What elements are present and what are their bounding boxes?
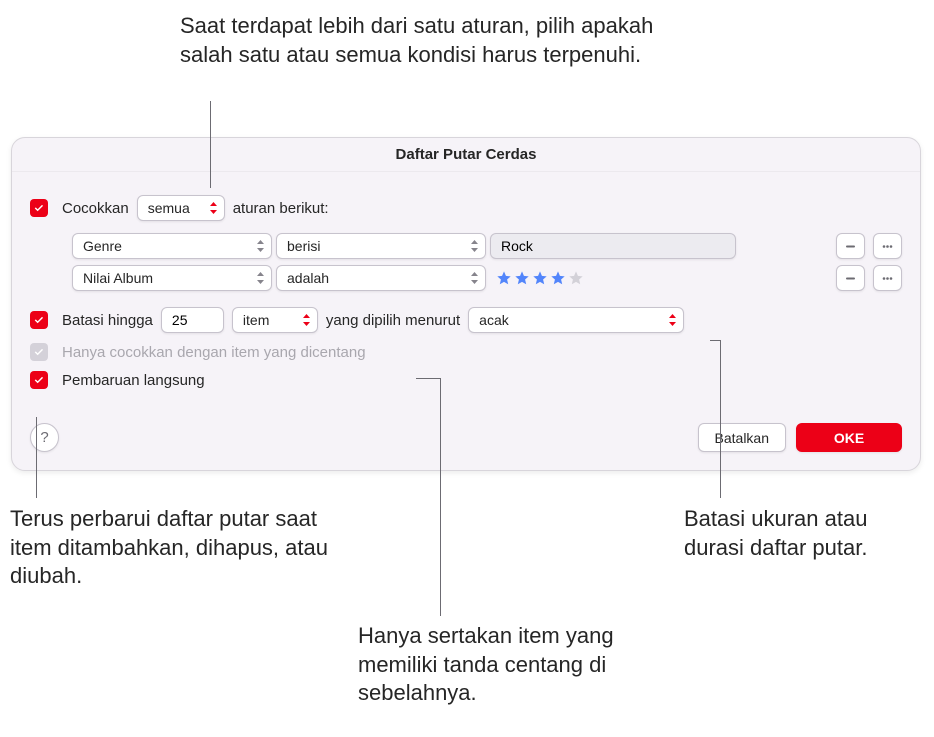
annotation-left: Terus perbarui daftar putar saat item di…: [10, 505, 330, 591]
only-checked-row: Hanya cocokkan dengan item yang dicentan…: [30, 343, 902, 361]
limit-unit-select[interactable]: item: [232, 307, 318, 333]
rule-value-text[interactable]: [499, 237, 727, 255]
chevron-updown-icon: [209, 202, 218, 214]
match-mode-value: semua: [148, 200, 190, 216]
star-icon: [496, 270, 512, 286]
callout-line-right-v: [720, 340, 721, 498]
ellipsis-icon: [881, 272, 894, 285]
callout-line-mid-v: [440, 378, 441, 616]
match-suffix: aturan berikut:: [233, 200, 329, 217]
limit-row: Batasi hingga item yang dipilih menurut …: [30, 307, 902, 333]
star-off-icon: [568, 270, 584, 286]
rule-row: Nilai Album adalah: [72, 265, 902, 291]
minus-icon: [844, 240, 857, 253]
callout-line-left: [36, 417, 37, 498]
callout-line-right-h: [710, 340, 720, 341]
chevron-updown-icon: [256, 272, 265, 284]
remove-rule-button[interactable]: [836, 233, 865, 259]
limit-selected-by-select[interactable]: acak: [468, 307, 684, 333]
rule-value-input[interactable]: [490, 233, 736, 259]
limit-value-input[interactable]: [161, 307, 224, 333]
live-update-label: Pembaruan langsung: [62, 372, 205, 389]
rule-more-button[interactable]: [873, 265, 902, 291]
dialog-title: Daftar Putar Cerdas: [12, 138, 920, 172]
rule-field-value: Nilai Album: [83, 270, 153, 286]
dialog-content: Cocokkan semua aturan berikut: Genre ber…: [12, 172, 920, 407]
limit-selected-by-value: acak: [479, 312, 509, 328]
match-label: Cocokkan: [62, 200, 129, 217]
chevron-updown-icon: [302, 314, 311, 326]
limit-unit-value: item: [243, 312, 269, 328]
rules-list: Genre berisi: [72, 233, 902, 291]
limit-selected-by-label: yang dipilih menurut: [326, 312, 460, 329]
star-icon: [550, 270, 566, 286]
rule-more-button[interactable]: [873, 233, 902, 259]
match-checkbox[interactable]: [30, 199, 48, 217]
star-icon: [514, 270, 530, 286]
chevron-updown-icon: [470, 272, 479, 284]
cancel-button[interactable]: Batalkan: [698, 423, 786, 452]
star-icon: [532, 270, 548, 286]
rule-operator-select[interactable]: berisi: [276, 233, 486, 259]
limit-checkbox[interactable]: [30, 311, 48, 329]
rule-field-select[interactable]: Genre: [72, 233, 272, 259]
match-mode-select[interactable]: semua: [137, 195, 225, 221]
limit-value-text[interactable]: [170, 311, 215, 329]
only-checked-checkbox: [30, 343, 48, 361]
chevron-updown-icon: [668, 314, 677, 326]
match-row: Cocokkan semua aturan berikut:: [30, 195, 902, 221]
annotation-mid: Hanya sertakan item yang memiliki tanda …: [358, 622, 678, 708]
chevron-updown-icon: [470, 240, 479, 252]
ok-button[interactable]: OKE: [796, 423, 902, 452]
rule-field-select[interactable]: Nilai Album: [72, 265, 272, 291]
help-button[interactable]: ?: [30, 423, 59, 452]
live-update-row: Pembaruan langsung: [30, 371, 902, 389]
remove-rule-button[interactable]: [836, 265, 865, 291]
only-checked-label: Hanya cocokkan dengan item yang dicentan…: [62, 344, 366, 361]
live-update-checkbox[interactable]: [30, 371, 48, 389]
ellipsis-icon: [881, 240, 894, 253]
rule-row: Genre berisi: [72, 233, 902, 259]
dialog-footer: ? Batalkan OKE: [30, 423, 902, 452]
rule-operator-value: berisi: [287, 238, 320, 254]
smart-playlist-dialog: Daftar Putar Cerdas Cocokkan semua atura…: [11, 137, 921, 471]
callout-line-top: [210, 101, 211, 188]
limit-label: Batasi hingga: [62, 312, 153, 329]
callout-line-mid-h: [416, 378, 440, 379]
rule-field-value: Genre: [83, 238, 122, 254]
minus-icon: [844, 272, 857, 285]
rule-value-stars[interactable]: [496, 270, 584, 286]
annotation-top: Saat terdapat lebih dari satu aturan, pi…: [180, 12, 660, 69]
chevron-updown-icon: [256, 240, 265, 252]
rule-operator-select[interactable]: adalah: [276, 265, 486, 291]
rule-operator-value: adalah: [287, 270, 329, 286]
annotation-right: Batasi ukuran atau durasi daftar putar.: [684, 505, 914, 562]
